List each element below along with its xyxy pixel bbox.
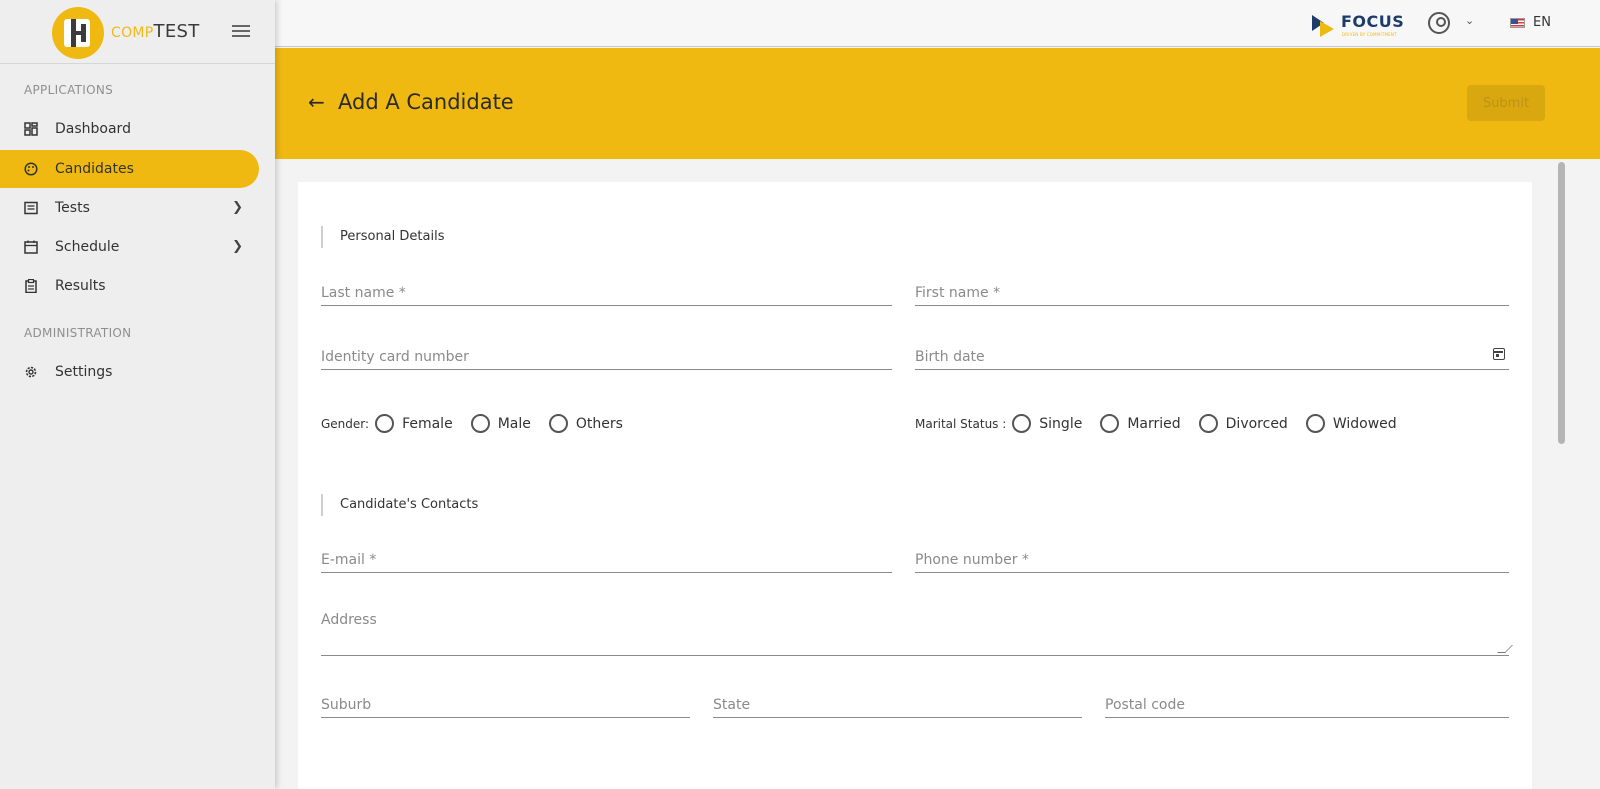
address-input[interactable] [321,612,1509,655]
brand-name-part1: COMP [111,25,154,41]
sidebar: COMPTEST APPLICATIONS Dashboard Candidat… [0,0,275,789]
hamburger-menu-icon[interactable] [232,25,250,39]
sidebar-item-results[interactable]: Results [0,267,259,305]
radio-label: Married [1127,415,1181,432]
focus-play-icon [1312,15,1334,37]
state-input[interactable] [713,692,1082,717]
focus-logo[interactable]: FOCUS DRIVEN BY COMMITMENT [1310,11,1410,39]
postal-code-input[interactable] [1105,692,1509,717]
brand-name-part2: TEST [153,21,200,42]
marital-status-label: Marital Status : [915,416,1007,431]
personal-details-title: Personal Details [321,226,444,248]
comptest-logo[interactable] [52,7,104,59]
sidebar-item-candidates[interactable]: Candidates [0,150,259,188]
email-field[interactable] [321,547,892,573]
calendar-picker-icon[interactable] [1493,348,1505,360]
marital-divorced-radio[interactable]: Divorced [1198,414,1288,433]
radio-label: Male [497,415,531,432]
candidate-contacts-title: Candidate's Contacts [321,494,478,516]
identity-card-input[interactable] [321,344,892,369]
chevron-down-icon[interactable]: ⌄ [1465,14,1474,27]
sidebar-item-tests[interactable]: Tests ❯ [0,189,259,227]
radio-circle-icon[interactable] [1198,414,1218,433]
palette-icon [24,162,38,176]
last-name-field[interactable] [321,280,892,306]
radio-circle-icon[interactable] [548,414,568,433]
calendar-icon [24,240,38,254]
radio-label: Female [402,415,453,432]
candidate-form: Personal Details Gender: Female Male Oth… [298,182,1532,789]
identity-card-field[interactable] [321,344,892,370]
sidebar-item-settings[interactable]: Settings [0,353,259,391]
dashboard-icon [24,122,38,136]
top-bar: FOCUS DRIVEN BY COMMITMENT ⌄ EN [275,0,1600,47]
submit-button[interactable]: Submit [1467,85,1545,121]
radio-circle-icon[interactable] [375,414,395,433]
email-input[interactable] [321,547,892,572]
suburb-input[interactable] [321,692,690,717]
first-name-input[interactable] [915,280,1509,305]
section-label-administration: ADMINISTRATION [24,326,132,340]
sidebar-item-label: Settings [55,364,113,380]
gender-female-radio[interactable]: Female [375,414,453,433]
brand-header: COMPTEST [0,0,275,64]
list-icon [24,201,38,215]
radio-circle-icon[interactable] [1012,414,1032,433]
postal-code-field[interactable] [1105,692,1509,718]
radio-label: Single [1039,415,1083,432]
brand-name: COMPTEST [111,21,200,42]
sidebar-item-label: Results [55,278,106,294]
partner-tagline: DRIVEN BY COMMITMENT [1342,32,1397,37]
address-field[interactable] [321,612,1513,656]
last-name-input[interactable] [321,280,892,305]
radio-circle-icon[interactable] [1100,414,1120,433]
language-selector[interactable]: EN [1533,15,1551,30]
account-icon[interactable] [1428,12,1450,34]
us-flag-icon[interactable] [1510,18,1525,28]
radio-label: Others [575,415,623,432]
gender-others-radio[interactable]: Others [548,414,623,433]
first-name-field[interactable] [915,280,1509,306]
sidebar-item-schedule[interactable]: Schedule ❯ [0,228,259,266]
marital-status-radio-group: Marital Status : Single Married Divorced… [915,414,1415,433]
marital-married-radio[interactable]: Married [1100,414,1181,433]
radio-circle-icon[interactable] [470,414,490,433]
gender-male-radio[interactable]: Male [470,414,531,433]
radio-label: Widowed [1332,415,1397,432]
chevron-right-icon: ❯ [232,239,243,254]
clipboard-icon [25,279,37,293]
sidebar-item-label: Candidates [55,161,134,177]
marital-single-radio[interactable]: Single [1012,414,1082,433]
birth-date-input[interactable] [915,344,1509,369]
phone-input[interactable] [915,547,1509,572]
gender-radio-group: Gender: Female Male Others [321,414,641,433]
gender-label: Gender: [321,416,370,431]
marital-widowed-radio[interactable]: Widowed [1305,414,1397,433]
page-title: Add A Candidate [338,90,514,114]
birth-date-field[interactable] [915,344,1509,370]
partner-name: FOCUS [1341,12,1405,31]
radio-circle-icon[interactable] [1305,414,1325,433]
phone-field[interactable] [915,547,1509,573]
page-header: ← Add A Candidate Submit [275,48,1600,159]
suburb-field[interactable] [321,692,690,718]
back-arrow-icon[interactable]: ← [308,90,325,114]
sidebar-item-label: Schedule [55,239,120,255]
state-field[interactable] [713,692,1082,718]
radio-label: Divorced [1225,415,1288,432]
sidebar-item-label: Tests [55,200,90,216]
scrollbar-thumb[interactable] [1558,162,1565,444]
gear-icon [25,366,37,378]
sidebar-item-label: Dashboard [55,121,131,137]
sidebar-item-dashboard[interactable]: Dashboard [0,110,259,148]
section-label-applications: APPLICATIONS [24,83,114,97]
chevron-right-icon: ❯ [232,200,243,215]
